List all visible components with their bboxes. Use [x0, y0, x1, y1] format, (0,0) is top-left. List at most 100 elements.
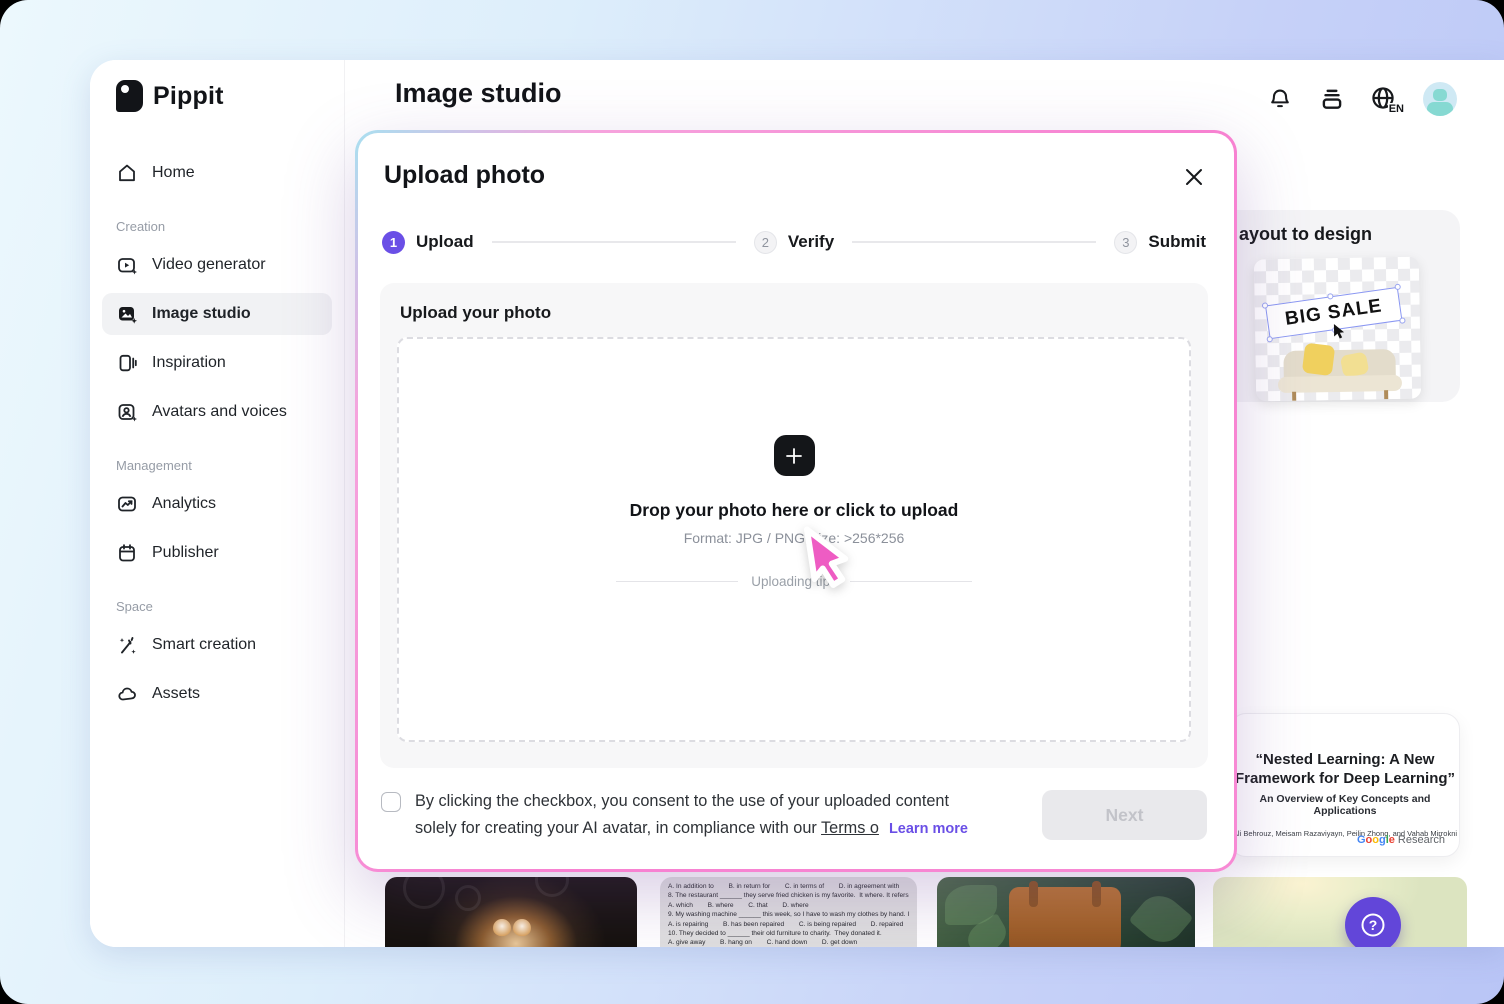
consent-line1: By clicking the checkbox, you consent to… [415, 792, 949, 810]
home-icon [116, 162, 138, 184]
step-2-circle: 2 [754, 231, 777, 254]
notifications-button[interactable] [1265, 84, 1295, 114]
sidebar-section-space: Space [102, 581, 332, 624]
close-button[interactable] [1182, 165, 1206, 189]
brand-logo[interactable]: Pippit [102, 80, 332, 112]
sidebar-item-label: Image studio [152, 305, 251, 323]
divider [850, 581, 972, 582]
brand-name: Pippit [153, 82, 224, 111]
stack-icon [1319, 86, 1345, 112]
assets-icon [116, 683, 138, 705]
sidebar-item-smart-creation[interactable]: Smart creation [102, 624, 332, 666]
sidebar-item-label: Assets [152, 685, 200, 703]
upload-photo-modal-body: Upload photo 1 Upload 2 Verify 3 Submit [358, 133, 1234, 869]
sidebar-section-management: Management [102, 440, 332, 483]
worksheet-line: A. give away B. hang on C. hand down D. … [668, 938, 909, 947]
step-2-label: Verify [788, 232, 834, 252]
sidebar-item-home[interactable]: Home [102, 152, 332, 194]
thumbnail-earbuds[interactable] [385, 877, 637, 947]
step-3-circle: 3 [1114, 231, 1137, 254]
selection-handle [1266, 336, 1273, 343]
sidebar-section-creation: Creation [102, 201, 332, 244]
help-button[interactable]: ? [1345, 897, 1401, 947]
thumbnail-tote-bag[interactable] [937, 877, 1195, 947]
sidebar-item-label: Publisher [152, 544, 219, 562]
dropzone-instruction: Drop your photo here or click to upload [630, 500, 959, 521]
paper-title-line2: Framework for Deep Learning” [1231, 769, 1459, 788]
gear-graphic [455, 885, 481, 911]
image-studio-icon [116, 303, 138, 325]
sidebar-item-analytics[interactable]: Analytics [102, 483, 332, 525]
page-background: Pippit Home Creation Video generator Ima… [0, 0, 1504, 1004]
video-generator-icon [116, 254, 138, 276]
sidebar-item-inspiration[interactable]: Inspiration [102, 342, 332, 384]
question-icon: ? [1358, 910, 1388, 940]
consent-checkbox[interactable] [381, 792, 401, 812]
sofa-leg [1292, 392, 1296, 401]
worksheet-line: A. In addition to B. in return for C. in… [668, 882, 909, 891]
gear-graphic [403, 877, 445, 909]
app-window: Pippit Home Creation Video generator Ima… [90, 60, 1504, 947]
sidebar-item-label: Smart creation [152, 636, 256, 654]
tote-bag-graphic [1009, 887, 1121, 947]
step-connector [492, 241, 736, 243]
consent-line2: solely for creating your AI avatar, in c… [415, 819, 821, 837]
thumbnail-help[interactable]: ? [1213, 877, 1467, 947]
pillow-graphic [1302, 343, 1335, 376]
sidebar-item-image-studio[interactable]: Image studio [102, 293, 332, 335]
step-3-label: Submit [1148, 232, 1206, 252]
earbud-graphic [513, 919, 531, 937]
pippit-logo-icon [116, 80, 143, 112]
selection-handle [1394, 284, 1401, 291]
sidebar: Pippit Home Creation Video generator Ima… [90, 60, 345, 947]
google-research-logo: GoogleResearch [1357, 834, 1445, 846]
plus-icon [784, 446, 804, 466]
worksheet-line: 10. They decided to ______ their old fur… [668, 929, 909, 938]
header-actions: EN [1265, 82, 1457, 116]
terms-link[interactable]: Terms o [821, 819, 879, 837]
publisher-icon [116, 542, 138, 564]
next-button[interactable]: Next [1042, 790, 1207, 840]
sidebar-item-label: Avatars and voices [152, 403, 287, 421]
bag-strap [1029, 881, 1038, 907]
big-sale-preview: BIG SALE [1254, 257, 1421, 402]
leaf-graphic [1128, 887, 1193, 947]
sidebar-item-label: Video generator [152, 256, 266, 274]
inspiration-icon [116, 352, 138, 374]
modal-title: Upload photo [384, 161, 545, 190]
add-photo-button[interactable] [774, 435, 815, 476]
close-icon [1184, 167, 1204, 187]
svg-text:?: ? [1369, 917, 1378, 933]
learn-more-link[interactable]: Learn more [889, 821, 968, 837]
nested-learning-card[interactable]: “Nested Learning: A New Framework for De… [1230, 713, 1460, 857]
sidebar-item-publisher[interactable]: Publisher [102, 532, 332, 574]
smart-creation-icon [116, 634, 138, 656]
gear-graphic [535, 877, 569, 897]
sidebar-item-label: Analytics [152, 495, 216, 513]
bell-icon [1267, 86, 1293, 112]
card-title-fragment: ayout to design [1239, 224, 1372, 245]
sidebar-item-assets[interactable]: Assets [102, 673, 332, 715]
paper-subtitle: An Overview of Key Concepts and Applicat… [1231, 793, 1459, 817]
worksheet-line: 8. The restaurant ______ they serve frie… [668, 891, 909, 900]
sidebar-item-video-generator[interactable]: Video generator [102, 244, 332, 286]
earbud-graphic [493, 919, 511, 937]
step-1-circle: 1 [382, 231, 405, 254]
sofa-leg [1384, 390, 1388, 399]
step-1-label: Upload [416, 232, 474, 252]
language-button[interactable]: EN [1369, 84, 1401, 114]
selection-handle [1262, 302, 1269, 309]
sidebar-item-label: Home [152, 164, 195, 182]
selection-handle [1327, 293, 1334, 300]
main-content: Image studio EN ayout to design [345, 60, 1504, 947]
paper-title-line1: “Nested Learning: A New [1231, 750, 1459, 769]
sidebar-item-avatars-and-voices[interactable]: Avatars and voices [102, 391, 332, 433]
user-avatar[interactable] [1423, 82, 1457, 116]
thumbnail-worksheet[interactable]: A. In addition to B. in return for C. in… [660, 877, 917, 947]
worksheet-line: 9. My washing machine ______ this week, … [668, 910, 909, 919]
spaces-button[interactable] [1317, 84, 1347, 114]
page-title: Image studio [395, 78, 562, 109]
analytics-icon [116, 493, 138, 515]
worksheet-line: A. is repairing B. has been repaired C. … [668, 920, 909, 929]
language-code: EN [1388, 103, 1405, 115]
